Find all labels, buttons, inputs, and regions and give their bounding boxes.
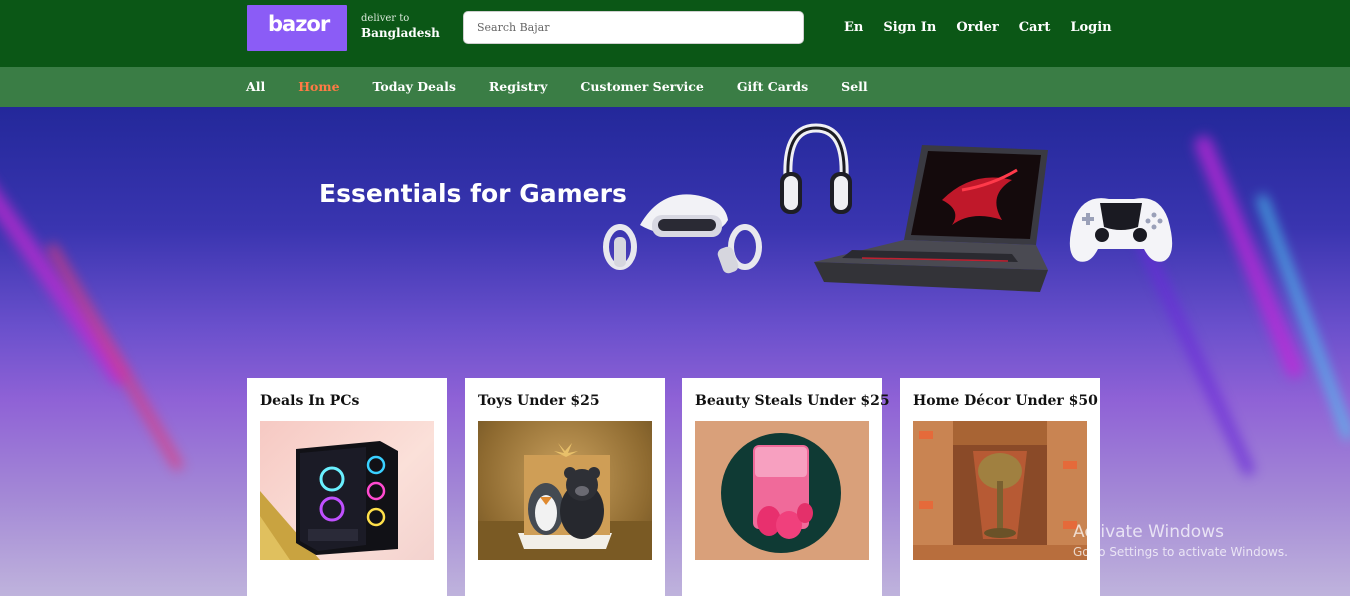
nav-home[interactable]: Home (298, 79, 339, 94)
language-link[interactable]: En (844, 20, 863, 35)
search-input[interactable] (463, 11, 804, 44)
card-title: Toys Under $25 (478, 393, 600, 409)
nav-gift-cards[interactable]: Gift Cards (737, 79, 808, 94)
header-links: En Sign In Order Cart Login (844, 20, 1132, 35)
makeup-blender-image (695, 421, 869, 560)
top-header: bazor deliver to Bangladesh En Sign In O… (0, 0, 1350, 67)
table-lamp-image (913, 421, 1087, 560)
vr-headset-image (603, 194, 762, 274)
nav-registry[interactable]: Registry (489, 79, 548, 94)
hero-title: Essentials for Gamers (319, 179, 627, 208)
nav-all[interactable]: All (246, 79, 265, 94)
card-deals-in-pcs[interactable]: Deals In PCs (247, 378, 447, 596)
game-controller-image (1069, 198, 1173, 262)
cart-link[interactable]: Cart (1019, 20, 1051, 35)
gaming-laptop-image (814, 145, 1048, 292)
nav-customer-service[interactable]: Customer Service (580, 79, 703, 94)
card-title: Deals In PCs (260, 393, 360, 409)
login-link[interactable]: Login (1070, 20, 1111, 35)
category-nav: All Home Today Deals Registry Customer S… (0, 67, 1350, 107)
deliver-to[interactable]: deliver to Bangladesh (361, 13, 440, 39)
plush-toys-image (478, 421, 652, 560)
logo[interactable]: bazor (247, 5, 347, 51)
order-link[interactable]: Order (956, 20, 998, 35)
card-title: Home Décor Under $50 (913, 393, 1098, 409)
windows-watermark: Activate Windows Go to Settings to activ… (1073, 522, 1288, 559)
card-toys-under-25[interactable]: Toys Under $25 (465, 378, 665, 596)
card-beauty-steals[interactable]: Beauty Steals Under $25 (682, 378, 890, 596)
watermark-line-2: Go to Settings to activate Windows. (1073, 545, 1288, 559)
nav-sell[interactable]: Sell (841, 79, 867, 94)
watermark-line-1: Activate Windows (1073, 522, 1224, 542)
deliver-country: Bangladesh (361, 26, 440, 40)
card-home-decor[interactable]: Home Décor Under $50 (900, 378, 1100, 596)
nav-today-deals[interactable]: Today Deals (373, 79, 456, 94)
card-title: Beauty Steals Under $25 (695, 393, 890, 409)
gaming-pc-image (260, 421, 434, 560)
logo-text: bazor (268, 12, 330, 36)
deliver-label: deliver to (361, 13, 410, 24)
sign-in-link[interactable]: Sign In (883, 20, 936, 35)
